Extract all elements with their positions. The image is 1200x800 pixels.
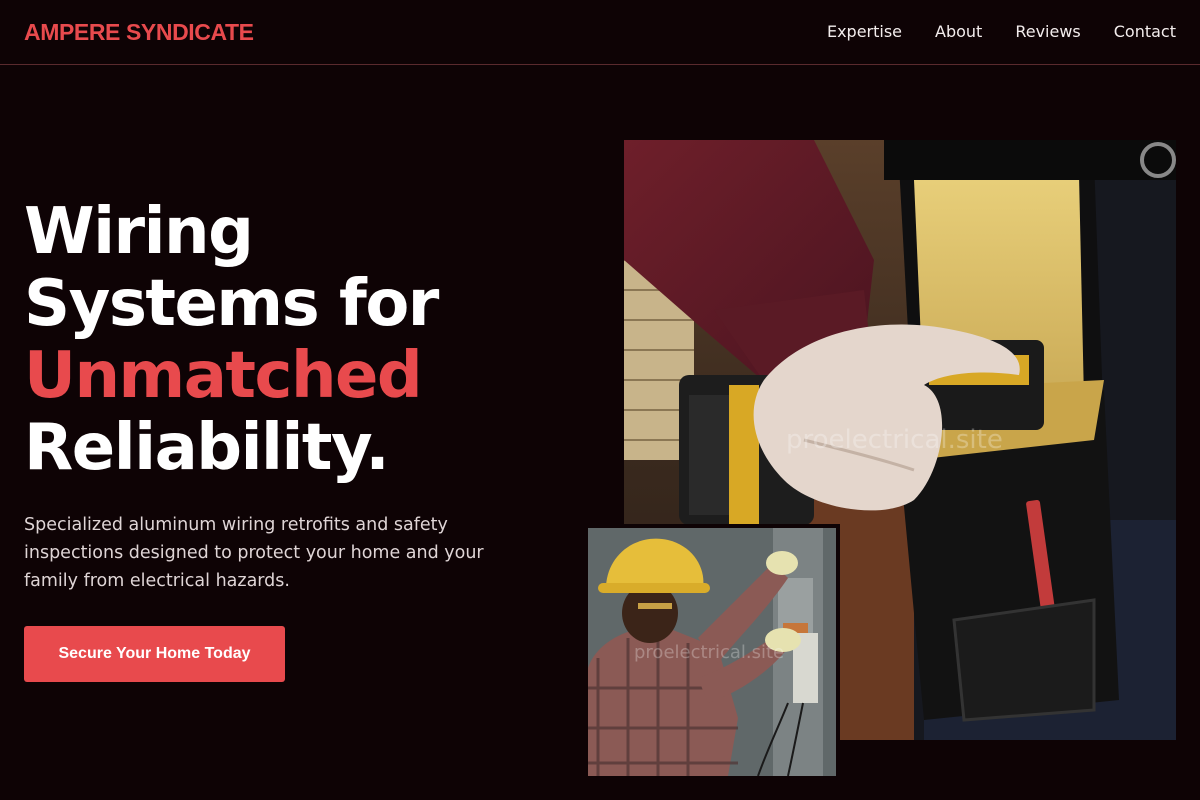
hero-title-accent: Unmatched bbox=[24, 339, 423, 413]
hero-title: Wiring Systems for Unmatched Reliability… bbox=[24, 196, 584, 484]
small-photo-watermark: proelectrical.site bbox=[634, 642, 785, 663]
nav-menu: Expertise About Reviews Contact bbox=[827, 22, 1176, 41]
navbar: AMPERE SYNDICATE Expertise About Reviews… bbox=[0, 0, 1200, 65]
main-photo-watermark: proelectrical.site bbox=[786, 425, 1003, 455]
hero-title-line-2: Systems for bbox=[24, 267, 439, 341]
hero-title-line-1: Wiring bbox=[24, 195, 254, 269]
brand-logo[interactable]: AMPERE SYNDICATE bbox=[24, 19, 254, 46]
electrician-photo: proelectrical.site bbox=[588, 528, 836, 776]
nav-link-about[interactable]: About bbox=[935, 22, 982, 41]
nav-link-reviews[interactable]: Reviews bbox=[1015, 22, 1080, 41]
nav-link-expertise[interactable]: Expertise bbox=[827, 22, 902, 41]
hero-title-line-4: Reliability. bbox=[24, 411, 390, 485]
hero-subtitle: Specialized aluminum wiring retrofits an… bbox=[24, 515, 484, 591]
secure-home-button[interactable]: Secure Your Home Today bbox=[24, 626, 285, 682]
page: AMPERE SYNDICATE Expertise About Reviews… bbox=[0, 0, 1200, 800]
nav-link-contact[interactable]: Contact bbox=[1114, 22, 1176, 41]
